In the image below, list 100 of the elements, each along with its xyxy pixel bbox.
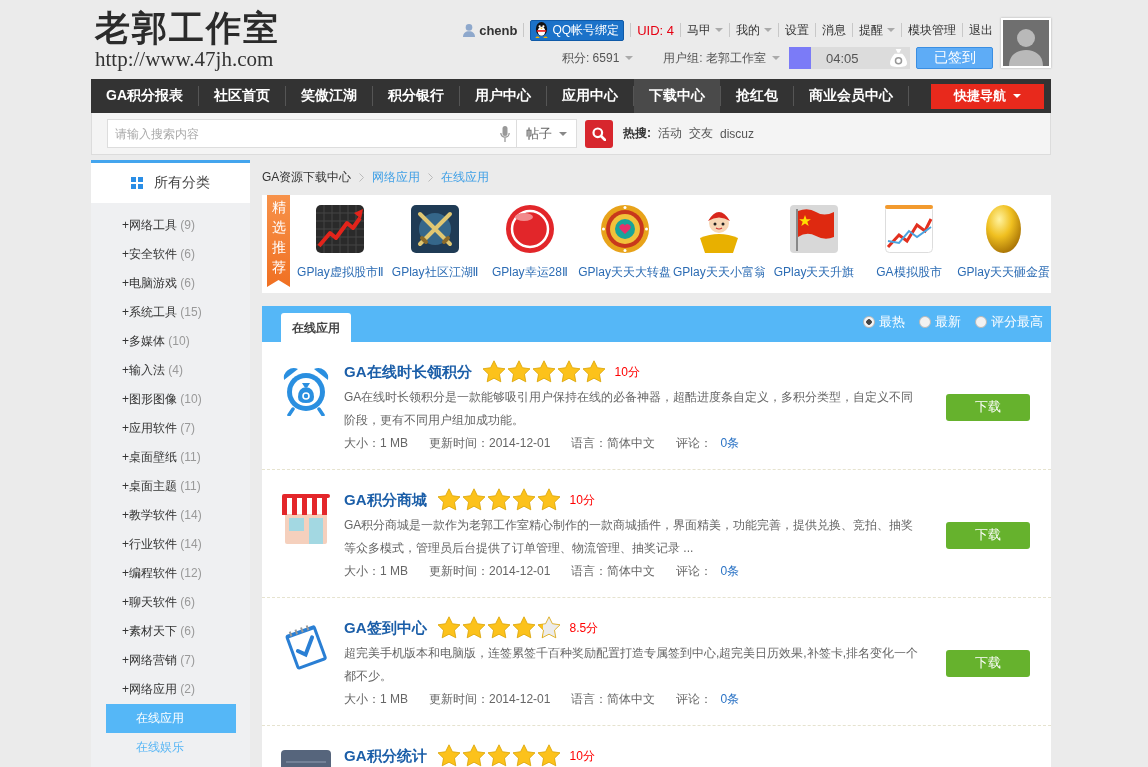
category-link[interactable]: +素材天下 (6)	[91, 617, 250, 646]
category-link[interactable]: +网络工具 (9)	[91, 211, 250, 240]
app-title-link[interactable]: GA积分商城	[344, 490, 427, 510]
nav-tab[interactable]: 抢红包	[721, 79, 793, 113]
language-info: 语言：简体中文	[571, 435, 656, 452]
category-link[interactable]: +编程软件 (12)	[91, 559, 250, 588]
app-title-link[interactable]: GA积分统计	[344, 746, 427, 766]
flag-icon	[790, 205, 839, 253]
qq-bind-button[interactable]: QQ帐号绑定	[530, 19, 625, 41]
featured-app-link[interactable]: GA模拟股市	[861, 195, 957, 293]
user-menu-link[interactable]: 消息	[822, 21, 846, 39]
star-icon	[436, 744, 461, 767]
star-icon	[486, 488, 511, 512]
microphone-icon[interactable]	[500, 125, 510, 142]
app-description: 超完美手机版本和电脑版，连签累签千百种奖励配置打造专属签到中心,超完美日历效果,补签卡,排名变化一个都不少。	[344, 645, 919, 685]
nav-tab[interactable]: 下载中心	[634, 79, 720, 113]
star-icon	[506, 360, 531, 384]
hot-search-link[interactable]: 活动	[658, 125, 682, 142]
comments-count-link[interactable]: 0条	[720, 436, 740, 450]
comments-count-link[interactable]: 0条	[720, 564, 740, 578]
star-icon	[461, 616, 486, 640]
user-stat-dropdown[interactable]: 积分: 6591	[561, 49, 634, 67]
list-tab[interactable]: 在线应用	[281, 313, 351, 342]
star-icon	[536, 488, 561, 512]
user-menu-link[interactable]: 退出	[969, 21, 993, 39]
radio-button[interactable]	[919, 315, 931, 328]
caret-icon	[887, 28, 895, 32]
stock-chart-icon	[316, 205, 365, 253]
file-size: 大小：1 MB	[344, 563, 408, 580]
caret-icon	[1013, 94, 1021, 98]
category-link[interactable]: +输入法 (4)	[91, 356, 250, 385]
user-menu-link[interactable]: 我的	[736, 21, 772, 39]
search-scope-dropdown[interactable]: 帖子	[517, 119, 577, 148]
user-stat-dropdown[interactable]: 用户组: 老郭工作室	[663, 49, 780, 67]
user-menu-link[interactable]: 设置	[785, 21, 809, 39]
crossed-swords-icon	[411, 205, 460, 253]
star-icon	[536, 616, 561, 640]
nav-tab[interactable]: 笑傲江湖	[286, 79, 372, 113]
breadcrumb-link[interactable]: GA资源下载中心	[262, 169, 352, 186]
radio-button[interactable]	[975, 315, 987, 328]
comments-label: 评论：	[676, 436, 713, 450]
featured-app-link[interactable]: GPlay天天升旗	[766, 195, 862, 293]
category-link[interactable]: +系统工具 (15)	[91, 298, 250, 327]
category-link[interactable]: +桌面壁纸 (11)	[91, 443, 250, 472]
featured-app-link[interactable]: GPlay幸运28Ⅱ	[482, 195, 578, 293]
update-date: 更新时间：2014-12-01	[429, 435, 551, 452]
category-link[interactable]: +教学软件 (14)	[91, 501, 250, 530]
comments-count-link[interactable]: 0条	[720, 692, 740, 706]
comments-label: 评论：	[676, 564, 713, 578]
username-link[interactable]: chenb	[479, 22, 518, 38]
search-field[interactable]: 请输入搜索内容	[107, 119, 517, 148]
user-menu-link[interactable]: 提醒	[859, 21, 895, 39]
category-link[interactable]: +桌面主题 (11)	[91, 472, 250, 501]
user-menu-link[interactable]: 模块管理	[908, 21, 956, 39]
caret-icon	[559, 131, 567, 136]
search-button[interactable]	[585, 119, 613, 148]
update-date: 更新时间：2014-12-01	[429, 691, 551, 708]
category-link[interactable]: +安全软件 (6)	[91, 240, 250, 269]
star-icon	[461, 488, 486, 512]
caret-icon	[772, 56, 780, 60]
chevron-icon	[359, 173, 365, 182]
featured-app-link[interactable]: GPlay天天砸金蛋	[956, 195, 1051, 293]
rating-score: 10分	[569, 491, 595, 509]
uid-link[interactable]: UID: 4	[637, 22, 674, 38]
user-menu-link[interactable]: 马甲	[687, 21, 723, 39]
nav-tab[interactable]: GA积分报表	[91, 79, 198, 113]
featured-app-link[interactable]: GPlay天天大转盘	[577, 195, 672, 293]
caret-icon	[625, 56, 634, 60]
quick-nav-button[interactable]: 快捷导航	[931, 83, 1044, 109]
app-title-link[interactable]: GA在线时长领积分	[344, 362, 472, 382]
category-link[interactable]: +图形图像 (10)	[91, 385, 250, 414]
nav-tab[interactable]: 社区首页	[199, 79, 285, 113]
rating-score: 10分	[614, 363, 640, 381]
nav-tab[interactable]: 商业会员中心	[794, 79, 908, 113]
app-description: GA在线时长领积分是一款能够吸引用户保持在线的必备神器，超酷进度条自定义，多积分类型，自定义不同阶段，更有不同用户组加成功能。	[344, 389, 915, 429]
site-logo[interactable]: 老郭工作室	[95, 9, 280, 46]
category-link[interactable]: +网络应用 (2)	[91, 675, 250, 704]
featured-app-link[interactable]: GPlay天天小富翁	[672, 195, 767, 293]
app-title-link[interactable]: GA签到中心	[344, 618, 427, 638]
nav-tab[interactable]: 积分银行	[373, 79, 459, 113]
category-link[interactable]: +多媒体 (10)	[91, 327, 250, 356]
category-link[interactable]: +应用软件 (7)	[91, 414, 250, 443]
category-link[interactable]: +电脑游戏 (6)	[91, 269, 250, 298]
hot-search-link[interactable]: 交友	[689, 125, 713, 142]
hot-search-link[interactable]: discuz	[720, 126, 754, 141]
featured-app-link[interactable]: GPlay虚拟股市Ⅱ	[293, 195, 388, 293]
penguin-icon	[534, 22, 550, 38]
language-info: 语言：简体中文	[571, 691, 656, 708]
caret-icon	[764, 28, 772, 32]
radio-button[interactable]	[863, 315, 875, 328]
nav-tab[interactable]: 用户中心	[460, 79, 546, 113]
caret-icon	[715, 28, 723, 32]
category-link[interactable]: +行业软件 (14)	[91, 530, 250, 559]
star-icon	[481, 360, 506, 384]
avatar-placeholder[interactable]	[1001, 18, 1051, 68]
category-link[interactable]: +聊天软件 (6)	[91, 588, 250, 617]
featured-app-link[interactable]: GPlay社区江湖Ⅱ	[387, 195, 483, 293]
category-link[interactable]: +网络营销 (7)	[91, 646, 250, 675]
star-icon	[486, 616, 511, 640]
nav-tab[interactable]: 应用中心	[547, 79, 633, 113]
